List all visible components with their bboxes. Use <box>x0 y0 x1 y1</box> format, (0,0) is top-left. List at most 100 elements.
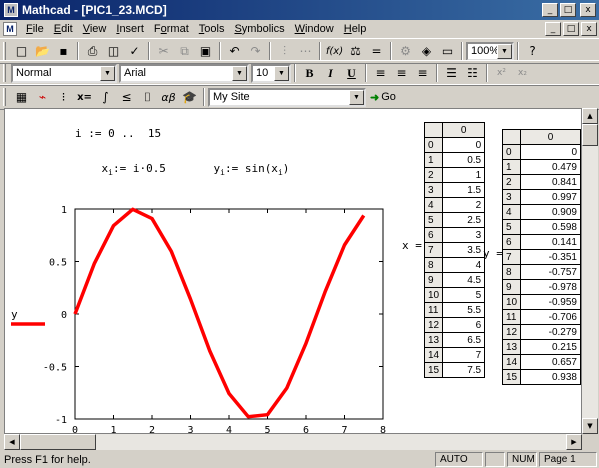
toolbar-grip[interactable] <box>3 42 6 60</box>
y-value-cell[interactable]: 0.215 <box>520 339 581 355</box>
y-value-cell[interactable]: 0.598 <box>520 219 581 235</box>
redo-icon[interactable]: ↷ <box>245 41 266 61</box>
italic-button[interactable]: I <box>320 63 341 83</box>
go-button[interactable]: ➜ Go <box>370 91 396 104</box>
new-icon[interactable]: □ <box>11 41 32 61</box>
y-value-cell[interactable]: 0.141 <box>520 234 581 250</box>
x-value-cell[interactable]: 0.5 <box>442 152 486 168</box>
paste-icon[interactable]: ▣ <box>195 41 216 61</box>
x-value-cell[interactable]: 6.5 <box>442 332 486 348</box>
x-value-cell[interactable]: 4 <box>442 257 486 273</box>
y-value-cell[interactable]: 0.657 <box>520 354 581 370</box>
insert-function-icon[interactable]: f(x) <box>324 41 345 61</box>
superscript-icon[interactable]: x² <box>491 63 512 83</box>
y-value-cell[interactable]: 0.938 <box>520 369 581 385</box>
bullets-icon[interactable]: ☰ <box>441 63 462 83</box>
x-value-cell[interactable]: 2 <box>442 197 486 213</box>
align-center-icon[interactable]: ≡ <box>391 63 412 83</box>
y-value-cell[interactable]: -0.757 <box>520 264 581 280</box>
open-icon[interactable]: 📂 <box>32 41 53 61</box>
scroll-up-icon[interactable]: ▲ <box>582 108 598 124</box>
cut-icon[interactable]: ✂ <box>153 41 174 61</box>
y-value-cell[interactable]: 0 <box>520 144 581 160</box>
horizontal-scrollbar[interactable]: ◀ ▶ <box>4 434 582 450</box>
style-select[interactable]: Normal ▼ <box>11 63 117 83</box>
y-value-cell[interactable]: -0.351 <box>520 249 581 265</box>
resource-icon[interactable]: ⚙ <box>395 41 416 61</box>
hyperlink-icon[interactable]: ▭ <box>437 41 458 61</box>
x-value-cell[interactable]: 1 <box>442 167 486 183</box>
component-icon[interactable]: ◈ <box>416 41 437 61</box>
maximize-button[interactable]: □ <box>560 3 576 17</box>
calculate-icon[interactable]: = <box>366 41 387 61</box>
align-horizontal-icon[interactable]: ⫶ <box>274 41 295 61</box>
toolbar-grip[interactable] <box>3 64 6 82</box>
evaluation-icon[interactable]: x= <box>74 87 95 107</box>
x-value-cell[interactable]: 3.5 <box>442 242 486 258</box>
scroll-down-icon[interactable]: ▼ <box>582 418 598 434</box>
x-value-cell[interactable]: 5.5 <box>442 302 486 318</box>
undo-icon[interactable]: ↶ <box>224 41 245 61</box>
y-value-cell[interactable]: -0.279 <box>520 324 581 340</box>
doc-close-button[interactable]: x <box>581 22 597 36</box>
symbolic-icon[interactable]: 🎓 <box>179 87 200 107</box>
copy-icon[interactable]: ⧉ <box>174 41 195 61</box>
x-value-cell[interactable]: 6 <box>442 317 486 333</box>
font-size-select[interactable]: 10 ▼ <box>251 63 291 83</box>
help-icon[interactable]: ? <box>522 41 543 61</box>
numbering-icon[interactable]: ☷ <box>462 63 483 83</box>
menu-edit[interactable]: Edit <box>49 23 78 35</box>
xy-plot[interactable]: 0 1 2 3 4 5 6 7 8 1 0.5 0 -0.5 -1 y <box>5 109 425 434</box>
calculator-icon[interactable]: ▦ <box>11 87 32 107</box>
y-value-cell[interactable]: 0.909 <box>520 204 581 220</box>
save-icon[interactable]: ▪ <box>53 41 74 61</box>
menu-window[interactable]: Window <box>290 23 339 35</box>
toolbar-grip[interactable] <box>3 88 6 106</box>
menu-view[interactable]: View <box>78 23 112 35</box>
calculus-icon[interactable]: ∫ <box>95 87 116 107</box>
y-value-cell[interactable]: -0.959 <box>520 294 581 310</box>
print-icon[interactable]: ⎙ <box>82 41 103 61</box>
chevron-down-icon[interactable]: ▼ <box>274 65 289 81</box>
programming-icon[interactable]: ⌷ <box>137 87 158 107</box>
menu-help[interactable]: Help <box>339 23 372 35</box>
doc-minimize-button[interactable]: _ <box>545 22 561 36</box>
x-value-cell[interactable]: 7 <box>442 347 486 363</box>
y-result-matrix[interactable]: 0 0 0 1 0.479 2 0.841 3 0.997 4 0.909 5 0.598 6 0.141 7… <box>501 129 581 385</box>
align-right-icon[interactable]: ≡ <box>412 63 433 83</box>
x-value-cell[interactable]: 0 <box>442 137 486 153</box>
subscript-icon[interactable]: x₂ <box>512 63 533 83</box>
align-left-icon[interactable]: ≡ <box>370 63 391 83</box>
zoom-select[interactable]: 100% ▼ <box>466 41 514 61</box>
x-value-cell[interactable]: 2.5 <box>442 212 486 228</box>
matrix-icon[interactable]: ⁝ <box>53 87 74 107</box>
close-button[interactable]: x <box>580 3 596 17</box>
horizontal-scroll-thumb[interactable] <box>20 434 96 450</box>
y-value-cell[interactable]: 0.841 <box>520 174 581 190</box>
print-preview-icon[interactable]: ◫ <box>103 41 124 61</box>
x-value-cell[interactable]: 1.5 <box>442 182 486 198</box>
y-value-cell[interactable]: -0.978 <box>520 279 581 295</box>
vertical-scroll-thumb[interactable] <box>582 124 598 146</box>
x-value-cell[interactable]: 4.5 <box>442 272 486 288</box>
x-value-cell[interactable]: 5 <box>442 287 486 303</box>
menu-tools[interactable]: Tools <box>194 23 230 35</box>
y-value-cell[interactable]: 0.479 <box>520 159 581 175</box>
document-icon[interactable]: M <box>3 22 17 36</box>
chevron-down-icon[interactable]: ▼ <box>349 89 364 105</box>
menu-insert[interactable]: Insert <box>111 23 149 35</box>
spell-check-icon[interactable]: ✓ <box>124 41 145 61</box>
boolean-icon[interactable]: ≤ <box>116 87 137 107</box>
menu-symbolics[interactable]: Symbolics <box>229 23 289 35</box>
chevron-down-icon[interactable]: ▼ <box>232 65 247 81</box>
y-value-cell[interactable]: -0.706 <box>520 309 581 325</box>
chevron-down-icon[interactable]: ▼ <box>497 43 512 59</box>
vertical-scrollbar[interactable]: ▲ ▼ <box>582 108 598 434</box>
x-value-cell[interactable]: 3 <box>442 227 486 243</box>
worksheet[interactable]: i := 0 .. 15 xi:= i·0.5 yi:= sin(xi) 012… <box>4 108 582 434</box>
x-result-matrix[interactable]: 0 0 0 1 0.5 2 1 3 1.5 4 2 5 2.5 6 3 7 3.5 8 4 9 4.5 10 5 11 5.5 1… <box>423 122 486 378</box>
x-value-cell[interactable]: 7.5 <box>442 362 486 378</box>
greek-icon[interactable]: αβ <box>158 87 179 107</box>
chevron-down-icon[interactable]: ▼ <box>100 65 115 81</box>
align-vertical-icon[interactable]: ⋯ <box>295 41 316 61</box>
